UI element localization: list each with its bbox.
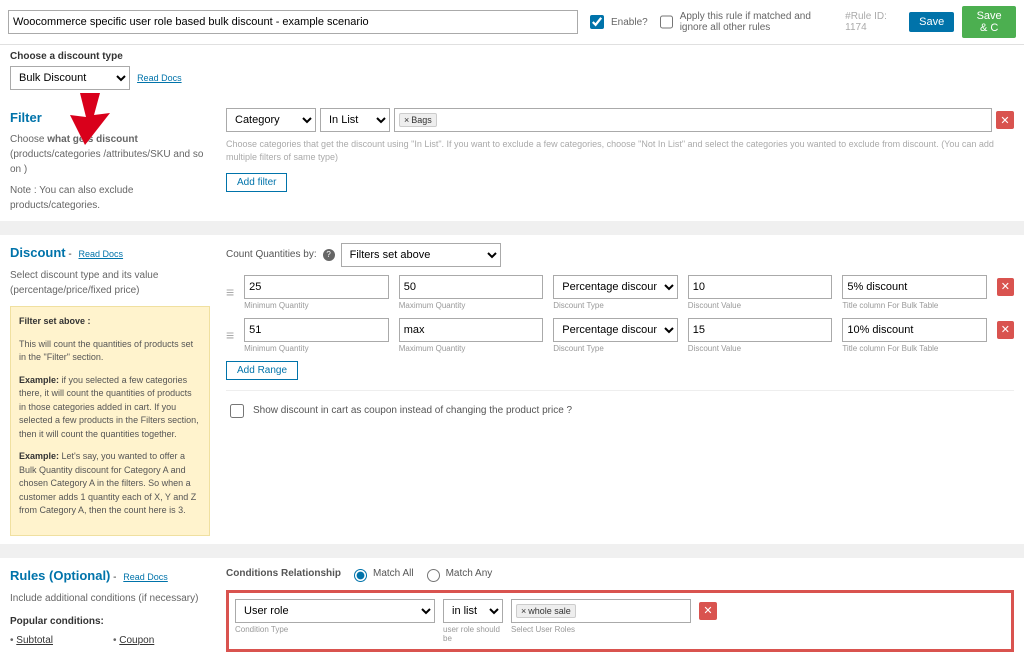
- popular-link-coupon[interactable]: Coupon: [119, 635, 154, 646]
- discount-type-section: Choose a discount type Bulk Discount Rea…: [0, 45, 1024, 100]
- save-button[interactable]: Save: [909, 12, 954, 32]
- filter-type-select[interactable]: Category: [226, 108, 316, 132]
- rule-id-label: #Rule ID: 1174: [845, 11, 893, 33]
- enable-label: Enable?: [611, 17, 648, 28]
- discount-desc: Select discount type and its value (perc…: [10, 268, 210, 298]
- filter-note: Note : You can also exclude products/cat…: [10, 183, 210, 213]
- filter-tag[interactable]: × Bags: [399, 113, 437, 127]
- discount-type-select-row[interactable]: Percentage discount: [553, 318, 678, 342]
- min-qty-input[interactable]: [244, 318, 389, 342]
- range-row: ≡ Minimum Quantity Maximum Quantity Perc…: [226, 275, 1014, 310]
- save-close-button[interactable]: Save & C: [962, 6, 1016, 38]
- filter-title: Filter: [10, 108, 210, 128]
- filter-sidebar: Filter Choose what gets discount (produc…: [10, 108, 210, 213]
- discount-title: Discount: [10, 245, 66, 260]
- rules-desc: Include additional conditions (if necess…: [10, 591, 210, 606]
- add-filter-button[interactable]: Add filter: [226, 173, 287, 192]
- discount-docs-link[interactable]: Read Docs: [79, 249, 124, 259]
- rules-section: Rules (Optional) - Read Docs Include add…: [0, 544, 1024, 660]
- apply-ignore-wrap[interactable]: Apply this rule if matched and ignore al…: [656, 11, 837, 33]
- popular-link-subtotal[interactable]: Subtotal: [16, 635, 53, 646]
- remove-filter-button[interactable]: ✕: [996, 111, 1014, 129]
- remove-range-button[interactable]: ✕: [997, 321, 1014, 339]
- discount-type-select-row[interactable]: Percentage discount: [553, 275, 678, 299]
- apply-ignore-label: Apply this rule if matched and ignore al…: [680, 11, 837, 33]
- rule-name-input[interactable]: [8, 10, 578, 34]
- conditions-relationship-row: Conditions Relationship Match All Match …: [226, 566, 1014, 582]
- apply-ignore-checkbox[interactable]: [660, 15, 673, 29]
- conditions-relationship-label: Conditions Relationship: [226, 568, 341, 579]
- min-qty-input[interactable]: [244, 275, 389, 299]
- enable-checkbox-wrap[interactable]: Enable?: [586, 12, 648, 32]
- show-as-coupon-checkbox[interactable]: [230, 404, 244, 418]
- discount-info-box: Filter set above : This will count the q…: [10, 306, 210, 536]
- discount-value-input[interactable]: [688, 275, 833, 299]
- filter-tag-input[interactable]: × Bags: [394, 108, 992, 132]
- add-range-button[interactable]: Add Range: [226, 361, 298, 380]
- match-all-radio-wrap[interactable]: Match All: [349, 566, 414, 582]
- discount-value-input[interactable]: [688, 318, 833, 342]
- header-bar: Enable? Apply this rule if matched and i…: [0, 0, 1024, 45]
- match-any-radio[interactable]: [427, 569, 440, 582]
- match-all-radio[interactable]: [354, 569, 367, 582]
- max-qty-input[interactable]: [399, 275, 544, 299]
- max-qty-input[interactable]: [399, 318, 544, 342]
- count-quantities-row: Count Quantities by: ? Filters set above: [226, 243, 1014, 267]
- drag-handle-icon[interactable]: ≡: [226, 327, 234, 343]
- show-as-coupon-label: Show discount in cart as coupon instead …: [253, 405, 572, 416]
- condition-type-select[interactable]: User role: [235, 599, 435, 623]
- help-icon[interactable]: ?: [323, 249, 335, 261]
- remove-condition-button[interactable]: ✕: [699, 602, 717, 620]
- condition-value-input[interactable]: × whole sale: [511, 599, 691, 623]
- title-input[interactable]: [842, 318, 987, 342]
- filter-hint: Choose categories that get the discount …: [226, 138, 1014, 163]
- count-select[interactable]: Filters set above: [341, 243, 501, 267]
- discount-section: Discount - Read Docs Select discount typ…: [0, 221, 1024, 544]
- count-label: Count Quantities by:: [226, 249, 317, 260]
- rules-docs-link[interactable]: Read Docs: [123, 572, 168, 582]
- discount-type-docs-link[interactable]: Read Docs: [137, 73, 182, 83]
- filter-section: Filter Choose what gets discount (produc…: [0, 100, 1024, 221]
- discount-type-select[interactable]: Bulk Discount: [10, 66, 130, 90]
- range-row: ≡ Minimum Quantity Maximum Quantity Perc…: [226, 318, 1014, 353]
- rules-title: Rules (Optional): [10, 568, 110, 583]
- drag-handle-icon[interactable]: ≡: [226, 284, 234, 300]
- condition-op-select[interactable]: in list: [443, 599, 503, 623]
- remove-range-button[interactable]: ✕: [997, 278, 1014, 296]
- enable-checkbox[interactable]: [590, 15, 604, 29]
- match-any-radio-wrap[interactable]: Match Any: [422, 566, 493, 582]
- filter-row: Category In List × Bags ✕: [226, 108, 1014, 132]
- filter-op-select[interactable]: In List: [320, 108, 390, 132]
- title-input[interactable]: [842, 275, 987, 299]
- popular-conditions-label: Popular conditions:: [10, 614, 210, 629]
- condition-tag[interactable]: × whole sale: [516, 604, 576, 618]
- discount-type-label: Choose a discount type: [10, 51, 1014, 62]
- highlighted-condition-box: User role Condition Type in list user ro…: [226, 590, 1014, 652]
